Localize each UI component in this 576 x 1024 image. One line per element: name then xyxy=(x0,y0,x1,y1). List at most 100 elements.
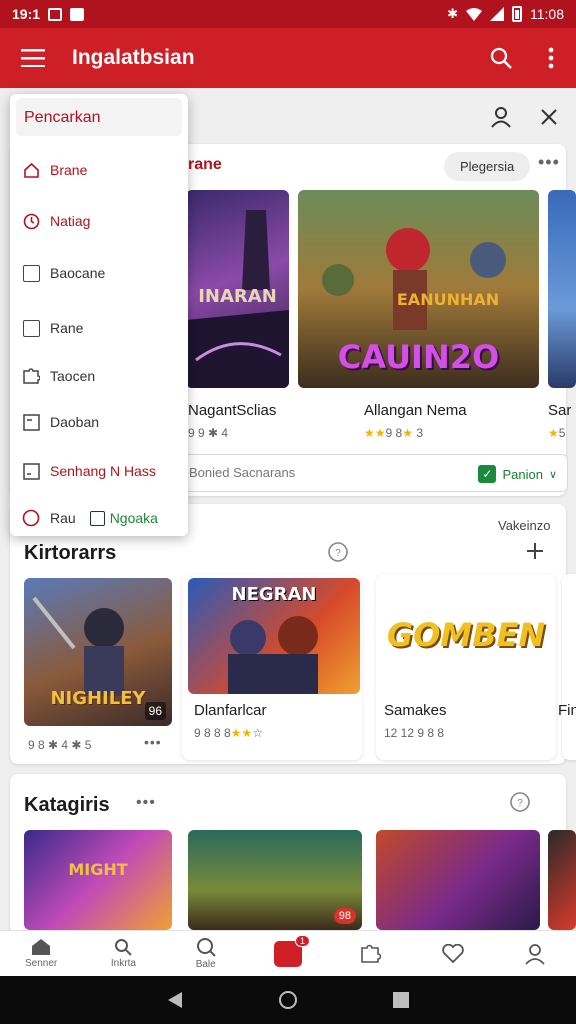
app-title: Ingalatbsian xyxy=(72,46,195,69)
game-thumbnail[interactable]: GOMBEN xyxy=(378,578,554,694)
game-thumbnail[interactable] xyxy=(376,830,540,930)
signal-icon xyxy=(490,7,504,21)
more-vert-icon xyxy=(548,47,554,69)
game-rating: ★5 xyxy=(548,426,566,440)
refresh-icon[interactable]: ? xyxy=(326,540,350,564)
game-thumbnail[interactable] xyxy=(548,830,576,930)
game-title[interactable]: Samakes xyxy=(384,702,447,719)
status-bar: 19:1 ✱ 11:08 xyxy=(0,0,576,28)
game-thumbnail[interactable]: 98 xyxy=(188,830,362,930)
game-thumbnail[interactable]: MIGHT xyxy=(24,830,172,930)
checkbox-icon xyxy=(22,319,40,337)
drawer-item-rane[interactable]: Rane xyxy=(22,316,83,340)
profile-icon xyxy=(525,943,545,965)
notification-icon xyxy=(48,7,63,21)
window-icon xyxy=(89,510,105,526)
filter-button[interactable]: ✓ Panion ∨ xyxy=(478,462,557,486)
game-art-title: GOMBEN xyxy=(386,616,546,654)
navigation-drawer: Pencarkan Brane Natiag Baocane Rane Taoc… xyxy=(10,94,188,536)
filter-bar[interactable]: Bonied Sacnarans ✓ Panion ∨ xyxy=(180,454,568,492)
battery-icon xyxy=(512,6,522,22)
filter-button-label: Panion xyxy=(502,466,543,482)
game-rating: 9 8 8 8★★☆ xyxy=(194,726,263,740)
heart-icon xyxy=(441,943,464,963)
bluetooth-icon: ✱ xyxy=(447,6,458,21)
clock-icon xyxy=(22,212,40,230)
game-rating: 9 8 ✱ 4 ✱ 5 xyxy=(28,738,92,752)
section-more-icon[interactable]: ••• xyxy=(538,152,560,173)
home-icon xyxy=(32,939,51,955)
nav-puzzle[interactable] xyxy=(329,931,411,976)
drawer-item-daoban[interactable]: Daoban xyxy=(22,410,99,434)
wifi-icon xyxy=(466,8,482,21)
hamburger-icon xyxy=(21,49,45,67)
checkbox-icon xyxy=(22,264,40,282)
drawer-item-brane[interactable]: Brane xyxy=(22,158,87,182)
close-icon[interactable] xyxy=(540,108,558,126)
game-art-title: NEGRAN xyxy=(231,584,317,605)
hamburger-menu-button[interactable] xyxy=(0,28,66,88)
game-art-subtitle: EANUNHAN xyxy=(396,290,500,309)
game-more-icon[interactable]: ••• xyxy=(144,734,162,750)
age-badge: 96 xyxy=(144,702,166,720)
add-icon[interactable] xyxy=(526,542,544,560)
game-art-title: INARAN xyxy=(198,286,277,307)
svg-text:?: ? xyxy=(517,798,523,809)
game-art-title: MIGHT xyxy=(68,860,128,879)
game-title[interactable]: Fin xyxy=(558,702,576,719)
status-time: 19:1 xyxy=(12,6,41,22)
game-thumbnail[interactable]: INARAN xyxy=(186,190,289,388)
game-thumbnail[interactable] xyxy=(548,190,576,388)
nav-search[interactable]: Inkrta xyxy=(82,931,164,976)
star-icon: ★★ xyxy=(364,426,386,440)
search-icon xyxy=(196,938,216,957)
drawer-header[interactable]: Pencarkan xyxy=(16,98,182,136)
system-navigation-bar xyxy=(0,976,576,1024)
drawer-item-baocane[interactable]: Baocane xyxy=(22,261,105,285)
nav-home[interactable]: Senner xyxy=(0,931,82,976)
game-rating: 9 9 ✱ 4 xyxy=(188,426,229,440)
home-circle-icon[interactable] xyxy=(278,990,298,1010)
nav-favorites[interactable] xyxy=(411,931,493,976)
drawer-item-taocen[interactable]: Taocen xyxy=(22,364,95,388)
drawer-item-ngoaka[interactable]: Ngoaka xyxy=(89,510,158,526)
profile-icon[interactable] xyxy=(490,106,512,128)
star-icon: ★★ xyxy=(230,726,253,740)
status-time-right: 11:08 xyxy=(530,6,564,22)
section-more-icon[interactable]: ••• xyxy=(136,794,156,812)
game-thumbnail[interactable]: NIGHILEY 96 xyxy=(24,578,172,726)
drawer-item-rau[interactable]: Rau Ngoaka xyxy=(22,506,158,530)
game-thumbnail[interactable]: NEGRAN xyxy=(188,578,360,694)
back-icon[interactable] xyxy=(167,991,183,1009)
drawer-item-senhang[interactable]: Senhang N Hass xyxy=(22,459,156,483)
game-title[interactable]: Dlanfarlcar xyxy=(194,702,267,719)
window-icon xyxy=(22,413,40,431)
search-button[interactable] xyxy=(476,28,526,88)
recents-icon[interactable] xyxy=(392,992,409,1008)
overflow-menu-button[interactable] xyxy=(526,28,576,88)
game-title[interactable]: Sar xyxy=(548,402,571,419)
message-icon xyxy=(70,7,85,21)
game-title[interactable]: NagantSclias xyxy=(188,402,276,419)
notification-badge: 1 xyxy=(294,934,310,947)
nav-play[interactable]: 1 xyxy=(247,931,329,976)
game-card[interactable] xyxy=(562,574,576,760)
nav-browse[interactable]: Bale xyxy=(165,931,247,976)
section-title-partial: rane xyxy=(188,156,222,173)
nav-profile[interactable] xyxy=(494,931,576,976)
game-rating: 12 12 9 8 8 xyxy=(384,726,445,740)
drawer-item-natiag[interactable]: Natiag xyxy=(22,209,90,233)
home-icon xyxy=(22,161,40,179)
search-icon xyxy=(490,47,512,69)
game-thumbnail[interactable]: EANUNHAN CAUIN2O xyxy=(298,190,539,388)
sub-toolbar xyxy=(180,94,576,140)
chevron-down-icon: ∨ xyxy=(548,468,557,481)
category-pill[interactable]: Plegersia xyxy=(444,152,531,181)
window-icon xyxy=(22,462,40,480)
filter-text: Bonied Sacnarans xyxy=(189,465,296,480)
section-right-label: Vakeinzo xyxy=(498,518,551,533)
age-badge: 98 xyxy=(333,908,356,924)
refresh-icon[interactable]: ? xyxy=(508,790,532,814)
game-title[interactable]: Allangan Nema xyxy=(364,402,467,419)
puzzle-icon xyxy=(22,367,40,385)
